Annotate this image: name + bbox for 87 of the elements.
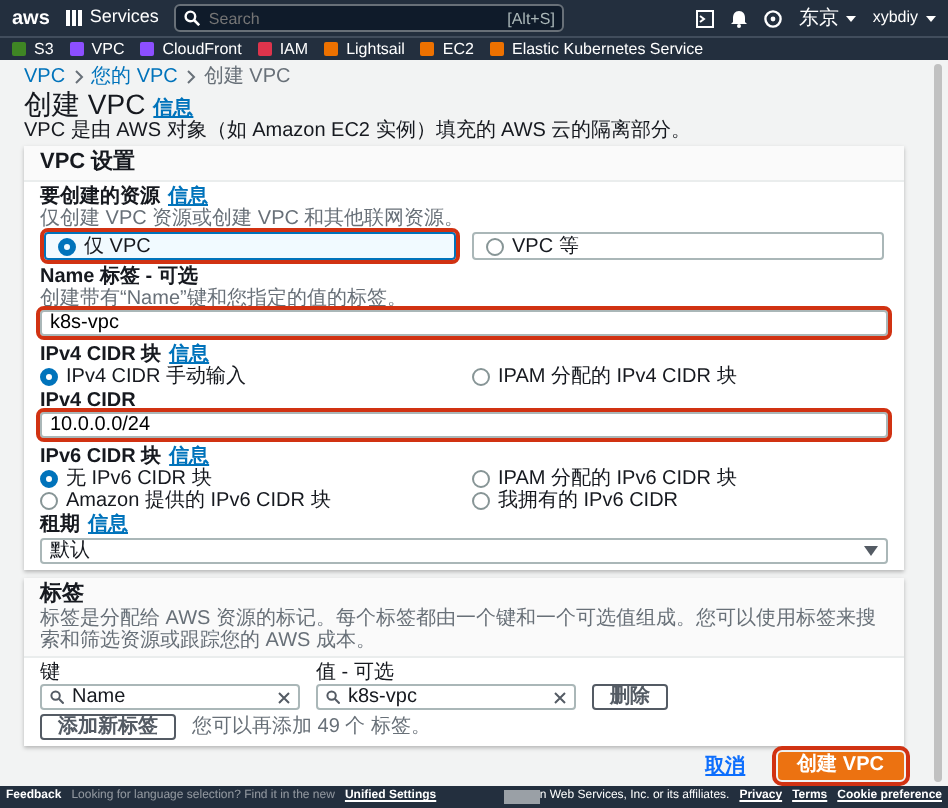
input-value: Name bbox=[72, 685, 128, 709]
tag-limit-note: 您可以再添加 49 个 标签。 bbox=[192, 716, 431, 738]
breadcrumb-current: 创建 VPC bbox=[203, 66, 291, 88]
radio-label: IPAM 分配的 IPv6 CIDR 块 bbox=[498, 468, 737, 490]
page-description: VPC 是由 AWS 对象（如 Amazon EC2 实例）填充的 AWS 云的隔离部分。 bbox=[24, 120, 694, 142]
radio-label: 我拥有的 IPv6 CIDR bbox=[498, 490, 679, 512]
search-field[interactable]: Search [Alt+S] bbox=[174, 4, 565, 32]
column-label: 键 bbox=[40, 662, 62, 684]
info-link[interactable]: 信息 bbox=[169, 344, 210, 366]
services-menu[interactable]: Services bbox=[65, 4, 159, 32]
page-title: 创建 VPC bbox=[24, 90, 146, 118]
chevron-icon bbox=[185, 70, 196, 84]
breadcrumb-link[interactable]: VPC bbox=[24, 66, 66, 88]
tag-input[interactable]: k8s-vpc bbox=[316, 684, 576, 710]
tile-label: 仅 VPC bbox=[84, 235, 151, 257]
chevron-icon bbox=[73, 70, 84, 84]
redaction-block bbox=[503, 790, 540, 804]
search-input[interactable]: Search bbox=[208, 7, 500, 29]
cancel-link[interactable]: 取消 bbox=[705, 755, 746, 777]
info-link[interactable]: 信息 bbox=[169, 446, 210, 468]
favorite-link[interactable]: S3 bbox=[12, 38, 54, 60]
field-label: IPv6 CIDR 块 bbox=[40, 446, 162, 468]
field-label: IPv4 CIDR 块 bbox=[40, 344, 162, 366]
info-link[interactable]: 信息 bbox=[153, 98, 194, 120]
radio-button[interactable] bbox=[40, 470, 58, 488]
select-field[interactable]: 默认 bbox=[40, 538, 888, 564]
option-tile[interactable]: VPC 等 bbox=[472, 232, 884, 260]
favorite-link[interactable]: Lightsail bbox=[324, 38, 405, 60]
search-icon bbox=[50, 690, 64, 704]
clear-icon[interactable] bbox=[554, 691, 566, 703]
radio-button[interactable] bbox=[486, 237, 504, 255]
column-label: 值 - 可选 bbox=[316, 662, 394, 684]
radio-button[interactable] bbox=[58, 237, 76, 255]
text-field[interactable]: 10.0.0.0/24 bbox=[40, 412, 888, 438]
caret-icon bbox=[926, 15, 936, 21]
radio-option[interactable]: 我拥有的 IPv6 CIDR bbox=[472, 490, 888, 512]
caret-icon bbox=[846, 15, 857, 21]
field-label: IPv4 CIDR bbox=[40, 390, 136, 412]
grid-icon bbox=[65, 10, 82, 26]
info-link[interactable]: 信息 bbox=[168, 186, 208, 208]
field-label: 租期 bbox=[40, 514, 80, 536]
add-tag-button[interactable]: 添加新标签 bbox=[40, 714, 176, 740]
favorite-link[interactable]: CloudFront bbox=[140, 38, 242, 60]
favorite-link[interactable]: EC2 bbox=[420, 38, 474, 60]
search-icon bbox=[184, 10, 201, 26]
field-label: Name 标签 - 可选 bbox=[40, 266, 198, 288]
search-icon bbox=[326, 690, 340, 704]
breadcrumb-link[interactable]: 您的 VPC bbox=[91, 66, 178, 88]
tag-input[interactable]: Name bbox=[40, 684, 300, 710]
option-tile[interactable]: 仅 VPC bbox=[44, 232, 456, 260]
favorite-link[interactable]: Elastic Kubernetes Service bbox=[489, 38, 704, 60]
region-menu[interactable]: 东京 bbox=[798, 3, 857, 33]
caret-icon bbox=[864, 546, 878, 556]
remove-button[interactable]: 删除 bbox=[592, 684, 668, 710]
input-value: k8s-vpc bbox=[348, 685, 419, 709]
radio-option[interactable]: Amazon 提供的 IPv6 CIDR 块 bbox=[40, 490, 456, 512]
favorite-link[interactable]: IAM bbox=[257, 38, 309, 60]
radio-option[interactable]: IPv4 CIDR 手动输入 bbox=[40, 366, 456, 388]
radio-button[interactable] bbox=[472, 492, 490, 510]
radio-label: IPAM 分配的 IPv4 CIDR 块 bbox=[498, 366, 737, 388]
select-value: 默认 bbox=[50, 539, 90, 563]
radio-option[interactable]: IPAM 分配的 IPv4 CIDR 块 bbox=[472, 366, 888, 388]
panel-description: 标签是分配给 AWS 资源的标记。每个标签都由一个键和一个可选值组成。您可以使用标签来搜索和筛选资源或跟踪您的 AWS 成本。 bbox=[40, 608, 878, 652]
bell-icon[interactable] bbox=[730, 9, 749, 27]
radio-label: 无 IPv6 CIDR 块 bbox=[66, 468, 212, 490]
tile-label: VPC 等 bbox=[512, 235, 579, 257]
aws-logo[interactable]: aws bbox=[12, 7, 50, 29]
clear-icon[interactable] bbox=[278, 691, 290, 703]
radio-button[interactable] bbox=[40, 492, 58, 510]
terminal-icon[interactable] bbox=[696, 9, 715, 27]
radio-button[interactable] bbox=[472, 470, 490, 488]
radio-option[interactable]: 无 IPv6 CIDR 块 bbox=[40, 468, 456, 490]
shortcut-hint: [Alt+S] bbox=[507, 7, 555, 29]
help-icon[interactable] bbox=[764, 9, 783, 27]
info-link[interactable]: 信息 bbox=[88, 514, 128, 536]
radio-option[interactable]: IPAM 分配的 IPv6 CIDR 块 bbox=[472, 468, 888, 490]
radio-button[interactable] bbox=[472, 368, 490, 386]
radio-label: Amazon 提供的 IPv6 CIDR 块 bbox=[66, 490, 331, 512]
radio-label: IPv4 CIDR 手动输入 bbox=[66, 366, 247, 388]
favorite-link[interactable]: VPC bbox=[69, 38, 125, 60]
field-label: 要创建的资源 bbox=[40, 186, 160, 208]
account-menu[interactable]: xybdiy bbox=[872, 6, 936, 30]
text-field[interactable]: k8s-vpc bbox=[40, 310, 888, 336]
field-hint: 仅创建 VPC 资源或创建 VPC 和其他联网资源。 bbox=[40, 208, 467, 230]
radio-button[interactable] bbox=[40, 368, 58, 386]
panel-title: 标签 bbox=[40, 582, 86, 607]
panel-title: VPC 设置 bbox=[24, 146, 904, 182]
